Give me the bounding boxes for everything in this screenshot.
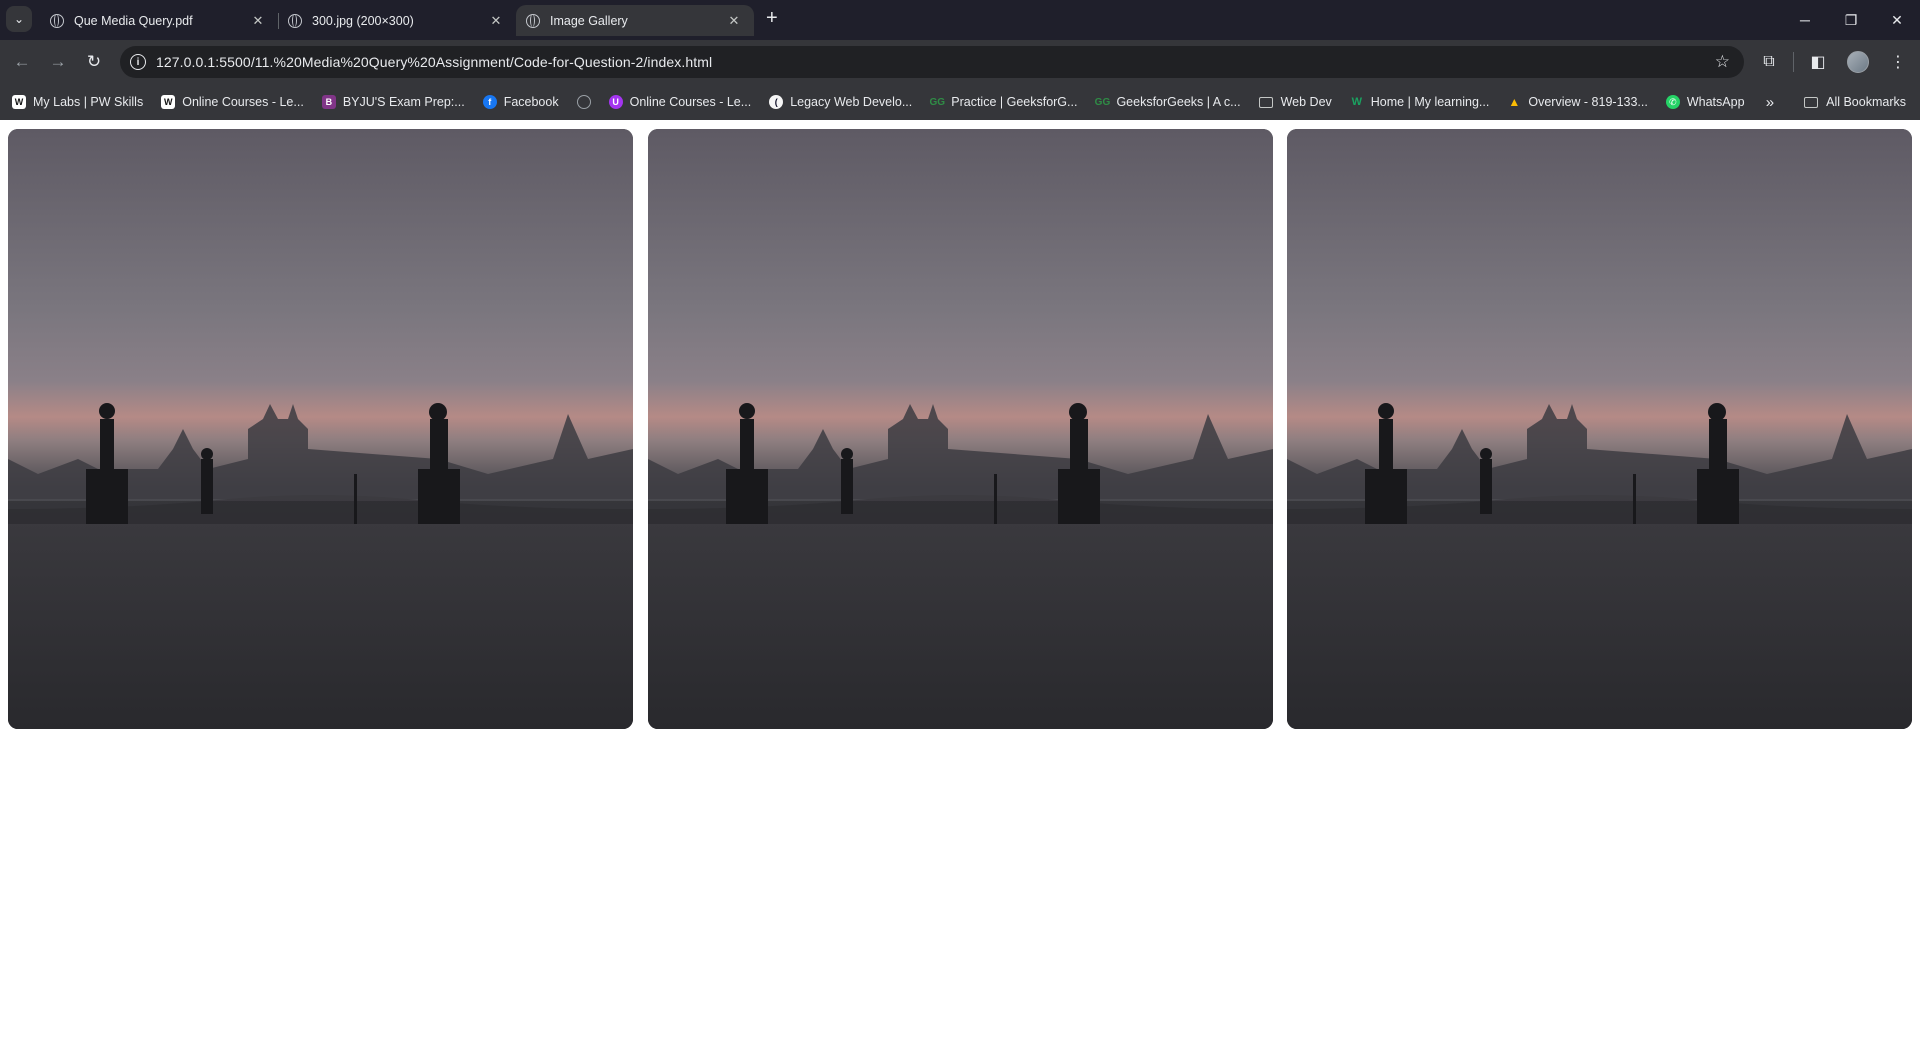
back-button[interactable]: ← (8, 48, 36, 76)
whatsapp-icon: ✆ (1665, 95, 1680, 109)
tab-title: Que Media Query.pdf (74, 13, 193, 28)
toolbar-actions: ⧉ ◧ ⋮ (1745, 46, 1914, 78)
more-bookmarks-icon[interactable]: » (1766, 94, 1774, 111)
google-ads-icon: ▲ (1508, 95, 1521, 109)
tab-que-media-query[interactable]: Que Media Query.pdf ✕ (40, 5, 279, 36)
restore-icon[interactable]: ❐ (1828, 0, 1874, 40)
bookmark-legacy-web[interactable]: ( Legacy Web Develo... (769, 95, 912, 109)
udemy-icon: U (608, 95, 623, 109)
bookmark-byjus[interactable]: B BYJU'S Exam Prep:... (321, 95, 465, 109)
bookmark-online-courses-pw[interactable]: W Online Courses - Le... (161, 95, 304, 109)
bookmark-star-icon[interactable]: ☆ (1715, 52, 1730, 72)
byjus-icon: B (321, 95, 336, 109)
bookmark-overview[interactable]: ▲ Overview - 819-133... (1507, 95, 1647, 109)
folder-icon (1258, 96, 1273, 108)
window-controls: ─ ❐ ✕ (1782, 0, 1920, 40)
menu-icon[interactable]: ⋮ (1882, 46, 1914, 78)
tab-strip: ⌄ Que Media Query.pdf ✕ 300.jpg (200×300… (0, 0, 1920, 40)
profile-button[interactable] (1842, 46, 1874, 78)
toolbar: ← → ↻ i 127.0.0.1:5500/11.%20Media%20Que… (0, 40, 1920, 84)
tab-list: Que Media Query.pdf ✕ 300.jpg (200×300) … (40, 5, 778, 40)
gallery-image (8, 129, 633, 729)
freecodecamp-icon: ( (769, 95, 784, 109)
globe-icon (288, 13, 302, 28)
bookmark-my-labs[interactable]: W My Labs | PW Skills (12, 95, 143, 109)
side-panel-icon[interactable]: ◧ (1802, 46, 1834, 78)
geeksforgeeks-icon: GG (929, 96, 946, 108)
gallery-image (647, 129, 1273, 729)
close-window-icon[interactable]: ✕ (1874, 0, 1920, 40)
close-tab-icon[interactable]: ✕ (488, 13, 504, 29)
address-bar[interactable]: i 127.0.0.1:5500/11.%20Media%20Query%20A… (120, 46, 1744, 78)
tab-title: 300.jpg (200×300) (312, 13, 414, 28)
pw-skills-icon: W (12, 95, 26, 109)
bookmark-globe[interactable] (576, 95, 591, 109)
url-text[interactable]: 127.0.0.1:5500/11.%20Media%20Query%20Ass… (156, 54, 1715, 70)
bridge-photo (1287, 129, 1912, 729)
globe-icon (50, 13, 64, 28)
close-tab-icon[interactable]: ✕ (250, 13, 266, 29)
back-arrow-icon: ← (13, 52, 31, 71)
bookmark-gfg[interactable]: GG GeeksforGeeks | A c... (1094, 95, 1241, 109)
new-tab-button[interactable]: + (766, 3, 778, 40)
gallery-image (1287, 129, 1912, 729)
avatar (1847, 51, 1869, 73)
bridge-photo (8, 129, 633, 729)
facebook-icon: f (482, 95, 497, 109)
reload-button[interactable]: ↻ (80, 48, 108, 76)
chevron-down-icon: ⌄ (13, 12, 25, 26)
close-tab-icon[interactable]: ✕ (726, 13, 742, 29)
geeksforgeeks-icon: GG (1094, 96, 1111, 108)
reload-icon: ↻ (86, 52, 102, 71)
forward-arrow-icon: → (49, 52, 67, 71)
folder-icon (1804, 96, 1819, 108)
site-info-icon[interactable]: i (130, 54, 146, 70)
globe-icon (576, 95, 591, 109)
forward-button[interactable]: → (44, 48, 72, 76)
tab-title: Image Gallery (550, 13, 628, 28)
pw-skills-icon: W (161, 95, 176, 109)
bookmark-folder-web-dev[interactable]: Web Dev (1258, 95, 1332, 109)
tab-search-button[interactable]: ⌄ (6, 6, 32, 32)
bookmark-my-learning[interactable]: W Home | My learning... (1350, 95, 1490, 109)
wheebox-icon: W (1351, 96, 1362, 108)
bookmarks-bar: W My Labs | PW Skills W Online Courses -… (0, 84, 1920, 121)
bookmark-whatsapp[interactable]: ✆ WhatsApp (1665, 95, 1745, 109)
bookmark-facebook[interactable]: f Facebook (482, 95, 559, 109)
image-gallery (0, 120, 1920, 729)
minimize-icon[interactable]: ─ (1782, 0, 1828, 40)
extensions-icon[interactable]: ⧉ (1753, 46, 1785, 78)
bridge-photo (647, 129, 1273, 729)
tab-image-gallery[interactable]: Image Gallery ✕ (516, 5, 754, 36)
globe-icon (526, 13, 540, 28)
bookmark-gfg-practice[interactable]: GG Practice | GeeksforG... (929, 95, 1077, 109)
tab-300-jpg[interactable]: 300.jpg (200×300) ✕ (278, 5, 516, 36)
browser-chrome: ⌄ Que Media Query.pdf ✕ 300.jpg (200×300… (0, 0, 1920, 121)
page-content (0, 120, 1920, 1040)
bookmark-online-courses-udemy[interactable]: U Online Courses - Le... (608, 95, 751, 109)
all-bookmarks-button[interactable]: All Bookmarks (1804, 95, 1906, 109)
